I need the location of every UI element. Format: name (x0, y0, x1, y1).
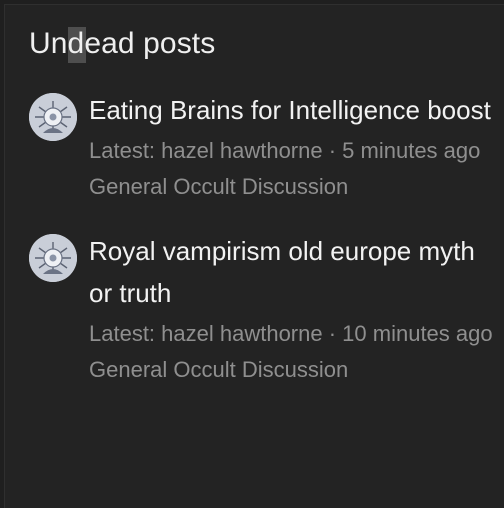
post-title-link[interactable]: Royal vampirism old europe myth or truth (89, 230, 499, 314)
post-time-ago: 10 minutes ago (342, 321, 493, 346)
user-avatar-icon[interactable] (29, 93, 77, 141)
latest-prefix: Latest: (89, 138, 162, 163)
post-title-link[interactable]: Eating Brains for Intelligence boost (89, 89, 499, 131)
post-author-link[interactable]: hazel hawthorne (161, 138, 322, 163)
latest-prefix: Latest: (89, 321, 162, 346)
post-author-link[interactable]: hazel hawthorne (161, 321, 322, 346)
post-category-link[interactable]: General Occult Discussion (89, 352, 499, 388)
post-list-item[interactable]: Eating Brains for Intelligence boost Lat… (29, 89, 499, 205)
user-avatar-icon[interactable] (29, 234, 77, 282)
post-meta: Latest: hazel hawthorne · 10 minutes ago (89, 316, 499, 352)
post-list-item[interactable]: Royal vampirism old europe myth or truth… (29, 230, 499, 388)
meta-separator: · (322, 138, 343, 163)
meta-separator: · (322, 321, 343, 346)
undead-posts-widget: Undead posts Eating Brains for Intellige… (4, 4, 504, 508)
post-list: Eating Brains for Intelligence boost Lat… (29, 89, 499, 413)
post-category-link[interactable]: General Occult Discussion (89, 169, 499, 205)
widget-title: Undead posts (29, 27, 216, 60)
post-time-ago: 5 minutes ago (342, 138, 481, 163)
post-meta: Latest: hazel hawthorne · 5 minutes ago (89, 133, 499, 169)
